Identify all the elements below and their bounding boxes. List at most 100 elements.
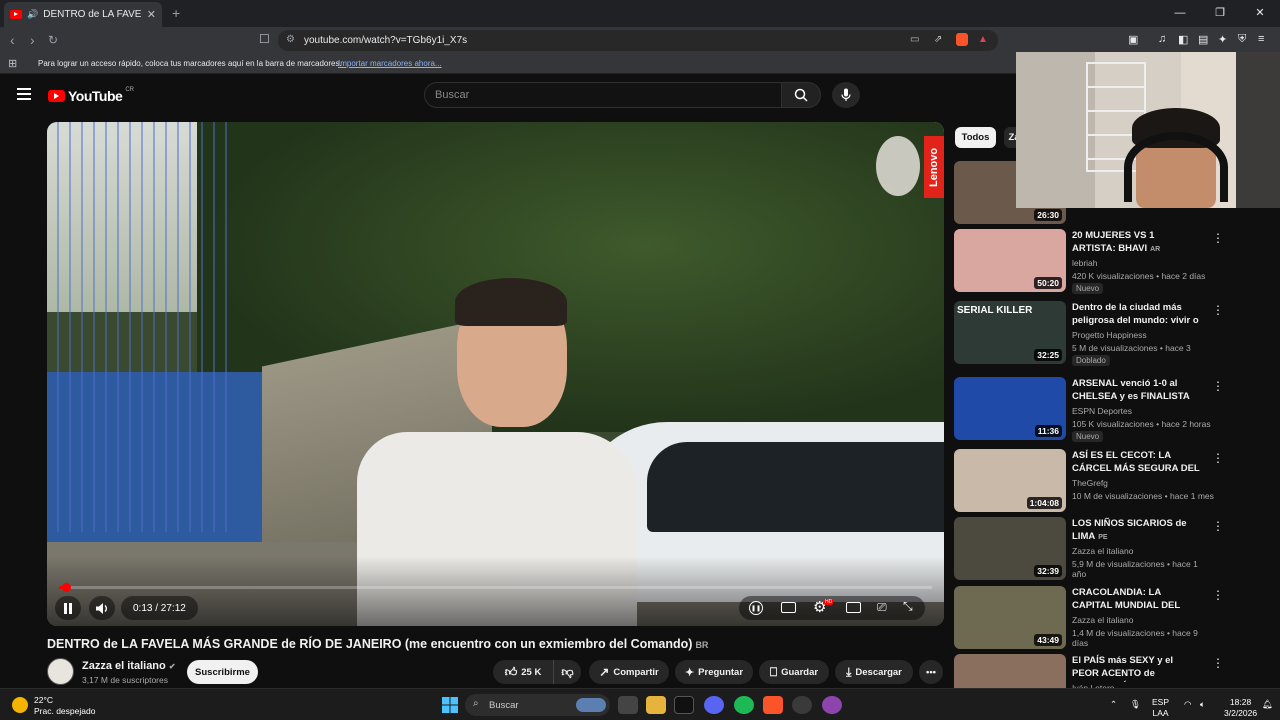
miniplayer-icon[interactable]	[846, 602, 861, 613]
music-icon[interactable]: ♫	[1158, 33, 1166, 45]
recommendation-thumbnail[interactable]: 11:36	[954, 377, 1066, 440]
discord-icon[interactable]	[704, 696, 724, 714]
ask-button[interactable]: ✦ Preguntar	[675, 660, 753, 684]
save-button[interactable]: ⎕ Guardar	[759, 660, 829, 684]
recommendation-channel[interactable]: Zazza el italiano	[1072, 546, 1133, 556]
app-icon-dark[interactable]	[674, 696, 694, 714]
recommendation-channel[interactable]: Zazza el italiano	[1072, 615, 1133, 625]
more-vert-icon[interactable]: ⋮	[1212, 231, 1224, 245]
recommendation-item[interactable]: 1:04:08 ASÍ ES EL CECOT: LA CÁRCEL MÁS SE…	[954, 449, 1224, 515]
more-actions-button[interactable]: •••	[919, 660, 943, 684]
task-view-icon[interactable]	[618, 696, 638, 714]
more-vert-icon[interactable]: ⋮	[1212, 519, 1224, 533]
recommendation-title[interactable]: ASÍ ES EL CECOT: LA CÁRCEL MÁS SEGURA DE…	[1072, 449, 1200, 477]
app-icon-circle[interactable]	[792, 696, 812, 714]
more-vert-icon[interactable]: ⋮	[1212, 451, 1224, 465]
fullscreen-icon[interactable]: ⤡	[903, 599, 913, 614]
taskbar-search[interactable]: ⌕ Buscar	[465, 694, 610, 716]
vpn-icon[interactable]: ⛨	[1238, 33, 1246, 46]
voice-search-button[interactable]	[832, 82, 860, 108]
recommendation-channel[interactable]: Progetto Happiness	[1072, 330, 1147, 340]
menu-icon[interactable]: ≡	[1258, 33, 1264, 45]
recommendation-channel[interactable]: ESPN Deportes	[1072, 406, 1132, 416]
autoplay-toggle-icon[interactable]: ❚❚	[749, 601, 763, 615]
site-info-icon[interactable]: ⚙	[286, 34, 295, 45]
progress-bar[interactable]	[59, 583, 932, 592]
screenshot-icon[interactable]: ▣	[1128, 33, 1138, 46]
chip-todos[interactable]: Todos	[955, 127, 996, 148]
recommendation-item[interactable]: 43:49 CRACOLANDIA: LA CAPITAL MUNDIAL DEL…	[954, 586, 1224, 652]
forward-icon[interactable]: ›	[30, 32, 35, 48]
search-input[interactable]: Buscar	[424, 82, 782, 108]
recommendation-item[interactable]: SERIAL KILLER 32:25 Dentro de la ciudad má…	[954, 301, 1224, 367]
subscribe-button[interactable]: Suscribirme	[187, 660, 258, 684]
file-explorer-icon[interactable]	[646, 696, 666, 714]
progress-scrubber[interactable]	[61, 583, 71, 592]
leo-icon[interactable]: ✦	[1218, 33, 1227, 46]
more-vert-icon[interactable]: ⋮	[1212, 379, 1224, 393]
notification-icon[interactable]: 🔔︎	[1262, 699, 1273, 710]
recommendation-thumbnail[interactable]: 1:04:08	[954, 449, 1066, 512]
more-vert-icon[interactable]: ⋮	[1212, 588, 1224, 602]
download-button[interactable]: ⤓ Descargar	[835, 660, 913, 684]
bookmark-icon[interactable]: ☐	[259, 32, 270, 46]
recommendation-thumbnail[interactable]: 50:20	[954, 229, 1066, 292]
maximize-button[interactable]: ❐	[1200, 0, 1240, 27]
cast-icon[interactable]: ▭	[910, 34, 919, 45]
recommendation-item[interactable]: 32:39 LOS NIÑOS SICARIOS de LIMA PE Zazza e…	[954, 517, 1224, 583]
audio-icon[interactable]: 🔊	[27, 9, 38, 20]
wallet-icon[interactable]: ▤	[1198, 33, 1208, 46]
like-button[interactable]: 👍︎ 25 K	[493, 660, 553, 684]
recommendation-thumbnail[interactable]: SERIAL KILLER 32:25	[954, 301, 1066, 364]
address-bar[interactable]: ⚙ youtube.com/watch?v=TGb6y1i_X7s ▭ ⇗ ▲	[278, 30, 998, 51]
import-bookmarks-link[interactable]: Importar marcadores ahora...	[338, 59, 442, 68]
more-vert-icon[interactable]: ⋮	[1212, 303, 1224, 317]
share-button[interactable]: ↗ Compartir	[589, 660, 669, 684]
minimize-button[interactable]: —	[1160, 0, 1200, 27]
language-indicator[interactable]: ESP LAA	[1152, 697, 1169, 719]
subtitles-icon[interactable]	[781, 602, 796, 613]
hamburger-menu-icon[interactable]	[17, 88, 31, 100]
channel-name[interactable]: Zazza el italiano ✔	[82, 660, 176, 672]
brave-shield-icon[interactable]	[956, 33, 968, 46]
channel-avatar[interactable]	[47, 658, 74, 685]
brave-browser-icon[interactable]	[763, 696, 783, 714]
recommendation-title[interactable]: CRACOLANDIA: LA CAPITAL MUNDIAL DEL CR4C…	[1072, 586, 1200, 614]
weather-widget[interactable]: 22°C Prac. despejado	[12, 695, 95, 717]
new-tab-button[interactable]: +	[172, 5, 180, 21]
youtube-logo[interactable]: YouTube CR	[48, 87, 134, 104]
recommendation-title[interactable]: ARSENAL venció 1-0 al CHELSEA y es FINAL…	[1072, 377, 1200, 405]
recommendation-item[interactable]: 11:36 ARSENAL venció 1-0 al CHELSEA y es …	[954, 377, 1224, 443]
cast-tv-icon[interactable]: ⎚	[877, 600, 887, 615]
recommendation-item[interactable]: 50:20 20 MUJERES VS 1 ARTISTA: BHAVI AR leb…	[954, 229, 1224, 295]
app-icon-purple[interactable]	[822, 696, 842, 714]
more-vert-icon[interactable]: ⋮	[1212, 656, 1224, 670]
recommendation-channel[interactable]: TheGrefg	[1072, 478, 1108, 488]
apps-grid-icon[interactable]: ⊞	[8, 57, 17, 70]
tab-active[interactable]: 🔊 DENTRO de LA FAVELA MÁS GRANDE de RÍO …	[4, 2, 162, 27]
dislike-button[interactable]: 👎︎	[553, 660, 581, 684]
reload-icon[interactable]: ↻	[48, 33, 58, 47]
recommendation-channel[interactable]: lebriah	[1072, 258, 1098, 268]
speaker-icon[interactable]: 🔈︎	[1200, 699, 1205, 710]
recommendation-title[interactable]: LOS NIÑOS SICARIOS de LIMA PE	[1072, 517, 1200, 544]
pause-button[interactable]	[55, 596, 81, 620]
tray-overflow-icon[interactable]: ⌃	[1110, 699, 1117, 710]
close-window-button[interactable]: ✕	[1240, 0, 1280, 27]
recommendation-title[interactable]: Dentro de la ciudad más peligrosa del mu…	[1072, 301, 1200, 329]
recommendation-thumbnail[interactable]: 32:39	[954, 517, 1066, 580]
mic-tray-icon[interactable]: 🎙︎	[1130, 699, 1141, 710]
brave-rewards-icon[interactable]: ▲	[978, 34, 988, 45]
video-player[interactable]: Lenovo 0:13 / 27:12 ❚❚ ⚙ HD ⎚ ⤡	[47, 122, 944, 626]
back-icon[interactable]: ‹	[10, 32, 15, 48]
search-button[interactable]	[781, 82, 821, 108]
start-button[interactable]	[440, 696, 460, 714]
clock[interactable]: 18:28 3/2/2026	[1224, 697, 1257, 719]
wifi-icon[interactable]: ◠	[1184, 699, 1191, 710]
share-icon[interactable]: ⇗	[934, 34, 942, 45]
recommendation-title[interactable]: 20 MUJERES VS 1 ARTISTA: BHAVI AR	[1072, 229, 1200, 256]
sidebar-icon[interactable]: ◧	[1178, 33, 1188, 46]
recommendation-thumbnail[interactable]: 43:49	[954, 586, 1066, 649]
recommendation-title[interactable]: El PAÍS más SEXY y el PEOR ACENTO de LAT…	[1072, 654, 1200, 682]
tab-close-icon[interactable]: ✕	[147, 8, 156, 21]
